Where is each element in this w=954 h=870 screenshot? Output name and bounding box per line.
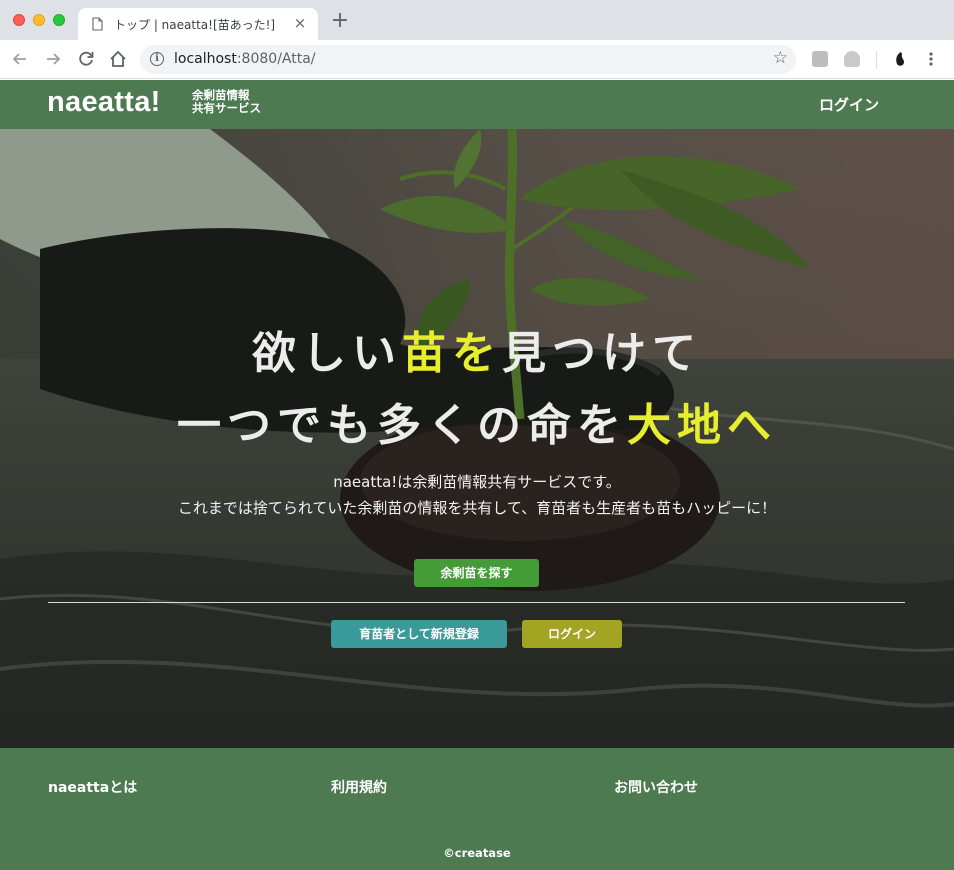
minimize-window-button[interactable]	[33, 14, 45, 26]
url-path: :8080/Atta/	[236, 51, 316, 67]
hero-headline-line-1: 欲しい苗を見つけて	[0, 317, 954, 381]
maximize-window-button[interactable]	[53, 14, 65, 26]
footer-copyright: ©creatase	[443, 846, 511, 860]
hero-description-line-2: これまでは捨てられていた余剰苗の情報を共有して、育苗者も生産者も苗もハッピーに！	[177, 499, 777, 517]
close-window-button[interactable]	[13, 14, 25, 26]
page-icon	[92, 17, 103, 31]
toolbar-divider	[876, 51, 877, 69]
home-icon[interactable]	[107, 48, 129, 70]
hero-section: 欲しい苗を見つけて 一つでも多くの命を大地へ naeatta!は余剰苗情報共有サ…	[0, 129, 954, 748]
browser-tabstrip: トップ | naeatta![苗あった!] × +	[0, 0, 954, 40]
url-text: localhost:8080/Atta/	[174, 51, 316, 67]
site-info-icon[interactable]: i	[150, 52, 164, 66]
menu-icon[interactable]	[923, 51, 939, 67]
hero-login-button[interactable]: ログイン	[522, 620, 622, 648]
browser-tab[interactable]: トップ | naeatta![苗あった!] ×	[78, 8, 318, 40]
back-icon[interactable]	[9, 48, 31, 70]
headline-text: 一つでも多くの命を	[177, 400, 627, 451]
search-surplus-seedlings-button[interactable]: 余剰苗を探す	[414, 559, 539, 587]
hero-headline-line-2: 一つでも多くの命を大地へ	[0, 389, 954, 453]
tagline-line-2: 共有サービス	[192, 101, 261, 115]
headline-text: 欲しい	[252, 328, 402, 379]
site-header: naeatta! 余剰苗情報 共有サービス ログイン	[0, 80, 954, 129]
browser-toolbar: i localhost:8080/Atta/ ☆	[0, 40, 954, 79]
url-host: localhost	[174, 51, 237, 67]
hero-divider	[48, 602, 905, 603]
new-tab-button[interactable]: +	[330, 10, 350, 32]
footer-link-contact[interactable]: お問い合わせ	[614, 777, 698, 797]
address-bar[interactable]: i localhost:8080/Atta/ ☆	[140, 45, 796, 74]
register-as-grower-button[interactable]: 育苗者として新規登録	[331, 620, 507, 648]
hero-description-line-1: naeatta!は余剰苗情報共有サービスです。	[333, 473, 621, 491]
site-footer: naeattaとは 利用規約 お問い合わせ ©creatase	[0, 748, 954, 870]
header-login-link[interactable]: ログイン	[819, 94, 879, 115]
site-tagline: 余剰苗情報 共有サービス	[192, 89, 261, 115]
headline-accent-text: 大地へ	[627, 400, 777, 451]
profile-icon[interactable]	[892, 51, 908, 67]
reload-icon[interactable]	[75, 48, 97, 70]
headline-accent-text: 苗を	[402, 328, 502, 379]
forward-icon[interactable]	[42, 48, 64, 70]
extension-user-icon[interactable]	[844, 51, 860, 67]
site-logo[interactable]: naeatta!	[47, 86, 161, 119]
footer-link-terms[interactable]: 利用規約	[331, 777, 387, 797]
extension-icon[interactable]	[812, 51, 828, 67]
tab-title: トップ | naeatta![苗あった!]	[114, 18, 276, 32]
tab-close-icon[interactable]: ×	[292, 14, 308, 32]
headline-text: 見つけて	[502, 328, 702, 379]
footer-link-about[interactable]: naeattaとは	[48, 777, 137, 797]
bookmark-star-icon[interactable]: ☆	[773, 48, 788, 68]
